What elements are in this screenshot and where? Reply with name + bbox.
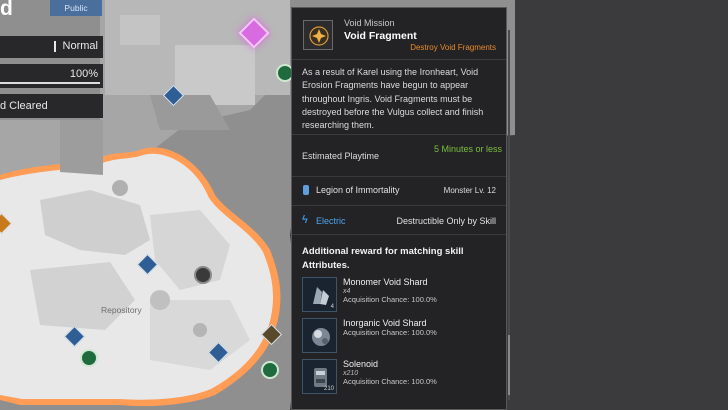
difficulty-label: Normal [62, 40, 98, 52]
void-mission-screen: Repository d Public Normal 100% d Cleare… [0, 0, 728, 410]
solenoid-icon: 210 [302, 359, 337, 394]
reward-name: Inorganic Void Shard [343, 318, 427, 328]
region-name: d [0, 0, 13, 20]
reward-qty: x4 [343, 288, 351, 295]
cleared-row: d Cleared [0, 94, 103, 118]
playtime-value: 5 Minutes or less [433, 144, 503, 154]
crystal-shard-icon: 4 [302, 277, 337, 312]
difficulty-selector[interactable]: Normal [0, 36, 103, 58]
region-title: d Public [0, 0, 103, 30]
public-badge[interactable]: Public [50, 0, 102, 16]
divider [292, 205, 506, 206]
mission-name: Void Fragment [344, 30, 417, 42]
void-fragment-icon [303, 20, 333, 50]
attribute-note: Destructible Only by Skill [396, 216, 496, 226]
attribute-name: Electric [316, 216, 346, 226]
reward-chance: Acquisition Chance: 100.0% [343, 377, 437, 386]
cleared-label: d Cleared [0, 100, 48, 112]
progress-percent: 100% [69, 68, 98, 80]
reward-name: Solenoid [343, 359, 379, 369]
mission-type: Void Mission [344, 18, 395, 28]
playtime-label: Estimated Playtime [302, 151, 380, 161]
divider [292, 234, 506, 235]
monster-level: Monster Lv. 12 [443, 186, 496, 195]
reward-chance: Acquisition Chance: 100.0% [343, 295, 437, 304]
progress-fill [0, 82, 100, 84]
warp-circle-icon[interactable] [261, 361, 279, 379]
divider [292, 134, 506, 135]
mission-description: As a result of Karel using the Ironheart… [302, 67, 484, 131]
reward-qty: x210 [343, 370, 359, 377]
divider [292, 176, 506, 177]
warp-circle-icon[interactable] [194, 266, 212, 284]
progress-row: 100% [0, 64, 103, 88]
panel-scrollbar[interactable] [508, 30, 510, 400]
void-orb-icon [302, 318, 337, 353]
mission-detail-panel: Void Mission Void Fragment Destroy Void … [291, 7, 507, 410]
difficulty-marker [54, 41, 56, 52]
legion-icon [303, 185, 309, 195]
legion-name: Legion of Immortality [316, 185, 400, 195]
map-label-repository: Repository [101, 305, 142, 315]
mission-objective: Destroy Void Fragments [410, 43, 496, 52]
mission-header: Void Mission Void Fragment Destroy Void … [292, 8, 506, 60]
reward-chance: Acquisition Chance: 100.0% [343, 328, 437, 337]
reward-title: Additional reward for matching skill Att… [302, 246, 464, 271]
reward-item[interactable]: 4 Monomer Void Shard x4 Acquisition Chan… [302, 277, 502, 313]
reward-item[interactable]: 210 Solenoid x210 Acquisition Chance: 10… [302, 359, 502, 395]
reward-item[interactable]: Inorganic Void Shard Acquisition Chance:… [302, 318, 502, 354]
progress-track [0, 82, 100, 84]
electric-icon: ϟ [302, 214, 308, 226]
reward-icon-qty: 210 [323, 386, 334, 392]
warp-circle-icon[interactable] [80, 349, 98, 367]
reward-icon-qty: 4 [330, 304, 334, 310]
reward-name: Monomer Void Shard [343, 277, 428, 287]
scrollbar-thumb[interactable] [508, 335, 510, 395]
